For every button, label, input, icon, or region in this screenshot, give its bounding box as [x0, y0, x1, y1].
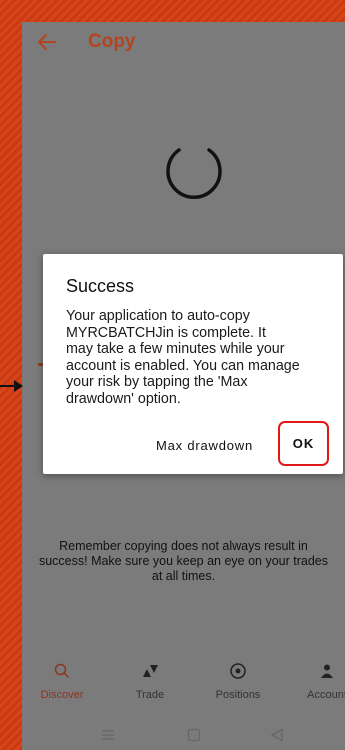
dialog-message-line-4: account is enabled. You can manage [66, 357, 300, 374]
ok-button[interactable]: OK [278, 421, 329, 466]
nav-label-account: Account [307, 689, 345, 701]
nav-item-discover[interactable]: Discover [27, 662, 97, 701]
nav-label-discover: Discover [40, 689, 84, 701]
dialog-message-line-1: Your application to auto-copy [66, 308, 250, 324]
nav-item-positions[interactable]: Positions [203, 662, 273, 701]
annotation-arrow-icon [0, 378, 24, 394]
max-drawdown-button[interactable]: Max drawdown [156, 438, 253, 453]
positions-icon [229, 662, 247, 685]
person-icon [319, 663, 335, 684]
page-title: Copy [88, 31, 136, 52]
reminder-line-1: Remember copying does not always result … [59, 539, 308, 553]
reminder-text: Remember copying does not always result … [22, 539, 345, 584]
search-icon [54, 663, 70, 684]
nav-label-positions: Positions [215, 689, 261, 701]
dialog-message-line-6: drawdown' option. [66, 390, 181, 407]
trade-icon [141, 664, 159, 683]
dialog-message-line-2: MYRCBATCHJin is complete. It [66, 324, 266, 341]
back-triangle-icon[interactable] [270, 728, 284, 747]
nav-item-trade[interactable]: Trade [115, 662, 185, 701]
bottom-nav: Discover Trade Positions Account [22, 662, 345, 712]
app-bar: Copy [22, 22, 345, 64]
spinner-icon [163, 142, 225, 204]
nav-item-account[interactable]: Account [292, 662, 345, 701]
dialog-message-line-3: may take a few minutes while your [66, 341, 285, 358]
home-icon[interactable] [187, 728, 201, 747]
menu-icon[interactable] [101, 728, 115, 747]
dialog-message-line-5: your risk by tapping the 'Max [66, 374, 248, 391]
nav-label-trade: Trade [135, 689, 165, 701]
success-dialog: Success Your application to auto-copy MY… [43, 254, 343, 474]
background-strip-left [0, 0, 22, 750]
dialog-message: Your application to auto-copy MYRCBATCHJ… [66, 308, 328, 408]
dialog-title: Success [66, 276, 135, 296]
reminder-line-3: at all times. [151, 569, 216, 583]
reminder-line-2: success! Make sure you keep an eye on yo… [38, 554, 329, 568]
arrow-left-icon[interactable] [36, 31, 58, 53]
system-nav-bar [22, 722, 345, 750]
background-strip-top [0, 0, 345, 22]
